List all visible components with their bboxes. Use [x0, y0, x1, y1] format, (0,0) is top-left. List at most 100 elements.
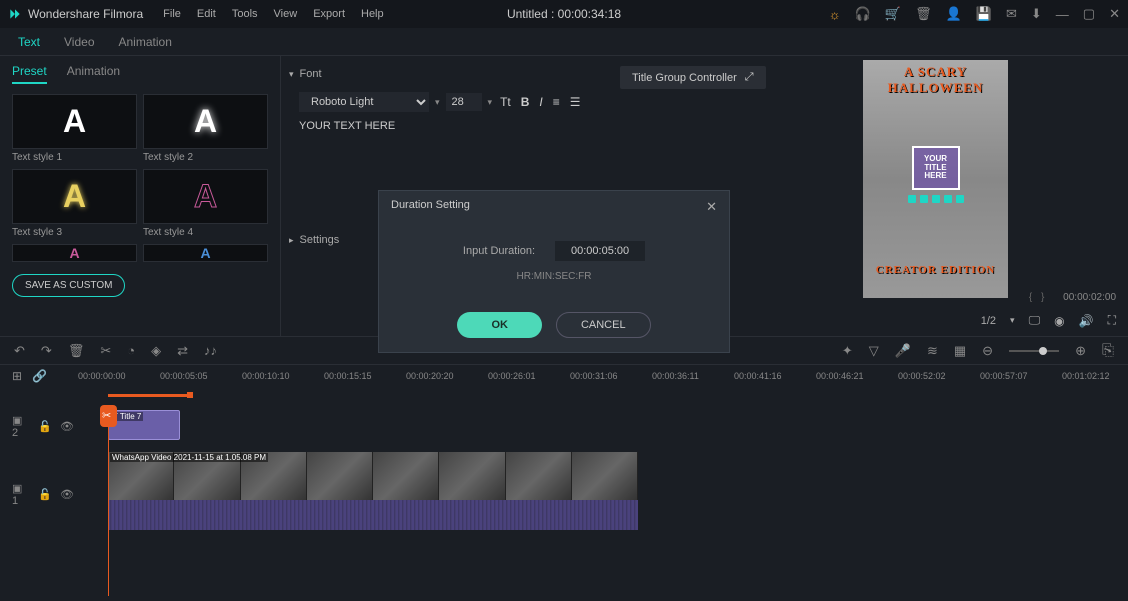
- track-lane[interactable]: WhatsApp Video 2021-11-15 at 1.05.08 PM: [74, 452, 1128, 534]
- mixer-icon[interactable]: ≋: [927, 343, 938, 359]
- display-icon[interactable]: 🖵: [1029, 313, 1041, 328]
- menu-file[interactable]: File: [163, 8, 181, 20]
- video-track: ▣ 1 🔓 👁 WhatsApp Video 2021-11-15 at 1.0…: [0, 452, 1128, 534]
- maximize-icon[interactable]: ▢: [1083, 6, 1095, 22]
- menu-export[interactable]: Export: [313, 8, 345, 20]
- preset-grid: A Text style 1 A Text style 2 A Text sty…: [12, 94, 268, 262]
- track-manage-icon[interactable]: ⊞: [12, 369, 22, 383]
- italic-icon[interactable]: I: [537, 95, 544, 109]
- audio-waveform[interactable]: [108, 500, 638, 530]
- expand-icon: ⤢: [745, 71, 754, 84]
- render-icon[interactable]: ✦: [842, 343, 853, 359]
- close-icon[interactable]: ✕: [706, 199, 717, 215]
- track-lane[interactable]: T Title 7: [74, 408, 1128, 444]
- page-indicator: 1/2: [981, 315, 996, 327]
- title-group-controller-button[interactable]: Title Group Controller ⤢: [620, 66, 766, 89]
- ok-button[interactable]: OK: [457, 312, 542, 338]
- range-indicator[interactable]: [108, 394, 190, 397]
- link-icon[interactable]: 🔗: [32, 369, 47, 383]
- preset-label: Text style 3: [12, 227, 137, 238]
- preview-video[interactable]: A SCARY HALLOWEEN YOUR TITLE HERE CREATO…: [863, 60, 1008, 298]
- lock-icon[interactable]: 🔓: [38, 420, 52, 433]
- menu-edit[interactable]: Edit: [197, 8, 216, 20]
- align-justify-icon[interactable]: ☰: [568, 95, 583, 109]
- playback-controls: 1/2 ▾ 🖵 ◉ 🔊 ⛶: [981, 313, 1116, 328]
- download-icon[interactable]: ⬇: [1031, 6, 1042, 22]
- preset-thumb: A: [143, 244, 268, 262]
- preset-label: Text style 2: [143, 152, 268, 163]
- redo-icon[interactable]: ↷: [41, 343, 52, 359]
- input-duration-label: Input Duration:: [463, 245, 535, 257]
- font-family-select[interactable]: Roboto Light: [299, 92, 429, 112]
- preset-item-4[interactable]: A Text style 4: [143, 169, 268, 238]
- adjust-icon[interactable]: ⇄: [177, 343, 188, 359]
- playback-time-display: { } 00:00:02:00: [1029, 292, 1116, 303]
- preset-label: Text style 1: [12, 152, 137, 163]
- zoom-out-icon[interactable]: ⊖: [982, 343, 993, 359]
- cancel-button[interactable]: CANCEL: [556, 312, 651, 338]
- cut-icon[interactable]: ✂: [100, 343, 111, 359]
- headphones-icon[interactable]: 🎧: [855, 6, 871, 22]
- speed-icon[interactable]: ◔: [127, 343, 135, 358]
- main-tabs: Text Video Animation: [0, 28, 1128, 56]
- preset-item-1[interactable]: A Text style 1: [12, 94, 137, 163]
- title-clip[interactable]: T Title 7: [108, 410, 180, 440]
- bold-icon[interactable]: B: [519, 95, 532, 109]
- trash-icon[interactable]: 🗑: [915, 6, 932, 22]
- camera-icon[interactable]: ◉: [1054, 314, 1064, 328]
- menu-help[interactable]: Help: [361, 8, 384, 20]
- lightbulb-icon[interactable]: ☼: [829, 7, 841, 22]
- mic-icon[interactable]: 🎤: [895, 343, 911, 359]
- message-icon[interactable]: ✉: [1006, 6, 1017, 22]
- lock-icon[interactable]: 🔓: [38, 488, 52, 501]
- menu-tools[interactable]: Tools: [232, 8, 258, 20]
- video-clip[interactable]: WhatsApp Video 2021-11-15 at 1.05.08 PM: [108, 452, 638, 500]
- save-icon[interactable]: 💾: [976, 6, 992, 22]
- crop-icon[interactable]: ◈: [151, 343, 161, 359]
- app-name: Wondershare Filmora: [28, 7, 143, 21]
- tab-video[interactable]: Video: [64, 35, 94, 49]
- main-menu: File Edit Tools View Export Help: [163, 8, 383, 20]
- duration-setting-dialog: Duration Setting ✕ Input Duration: HR:MI…: [378, 190, 730, 353]
- timeline-ruler[interactable]: ⊞ 🔗 00:00:00:00 00:00:05:05 00:00:10:10 …: [0, 364, 1128, 386]
- zoom-slider[interactable]: [1009, 350, 1059, 352]
- close-window-icon[interactable]: ✕: [1109, 6, 1120, 22]
- duration-input[interactable]: [555, 241, 645, 261]
- selection-handles[interactable]: [908, 195, 964, 203]
- preset-item-5[interactable]: A: [12, 244, 137, 262]
- audio-icon[interactable]: ♪♪: [204, 343, 217, 358]
- undo-icon[interactable]: ↶: [14, 343, 25, 359]
- tab-text[interactable]: Text: [18, 35, 40, 49]
- eye-icon[interactable]: 👁: [60, 420, 74, 433]
- minimize-icon[interactable]: —: [1056, 7, 1069, 22]
- save-as-custom-button[interactable]: SAVE AS CUSTOM: [12, 274, 125, 297]
- tab-animation[interactable]: Animation: [119, 35, 172, 49]
- preset-item-2[interactable]: A Text style 2: [143, 94, 268, 163]
- cart-icon[interactable]: 🛒: [885, 6, 901, 22]
- zoom-in-icon[interactable]: ⊕: [1075, 343, 1086, 359]
- font-size-input[interactable]: [446, 93, 482, 111]
- chevron-down-icon[interactable]: ▾: [1010, 315, 1015, 326]
- ruler-tick: 00:00:15:15: [324, 371, 372, 381]
- menu-view[interactable]: View: [274, 8, 298, 20]
- fit-icon[interactable]: ⎘: [1102, 342, 1114, 359]
- subtab-preset[interactable]: Preset: [12, 64, 47, 84]
- eye-icon[interactable]: 👁: [60, 488, 74, 501]
- user-icon[interactable]: 👤: [946, 6, 962, 22]
- volume-icon[interactable]: 🔊: [1079, 314, 1094, 328]
- preset-item-3[interactable]: A Text style 3: [12, 169, 137, 238]
- subtab-animation[interactable]: Animation: [67, 64, 120, 84]
- title-text-box[interactable]: YOUR TITLE HERE: [912, 146, 960, 190]
- marker-icon[interactable]: ▽: [869, 343, 879, 359]
- preset-item-6[interactable]: A: [143, 244, 268, 262]
- text-content-input[interactable]: [299, 120, 592, 132]
- delete-icon[interactable]: 🗑: [68, 343, 85, 359]
- align-left-icon[interactable]: ≡: [551, 95, 562, 109]
- fullscreen-icon[interactable]: ⛶: [1108, 313, 1116, 328]
- text-transform-icon[interactable]: Tt: [498, 95, 513, 109]
- document-title: Untitled : 00:00:34:18: [507, 7, 621, 21]
- font-section-header[interactable]: Font: [289, 64, 602, 84]
- playhead[interactable]: ✂: [108, 408, 109, 596]
- ruler-tick: 00:01:02:12: [1062, 371, 1110, 381]
- picture-icon[interactable]: ▦: [954, 343, 966, 359]
